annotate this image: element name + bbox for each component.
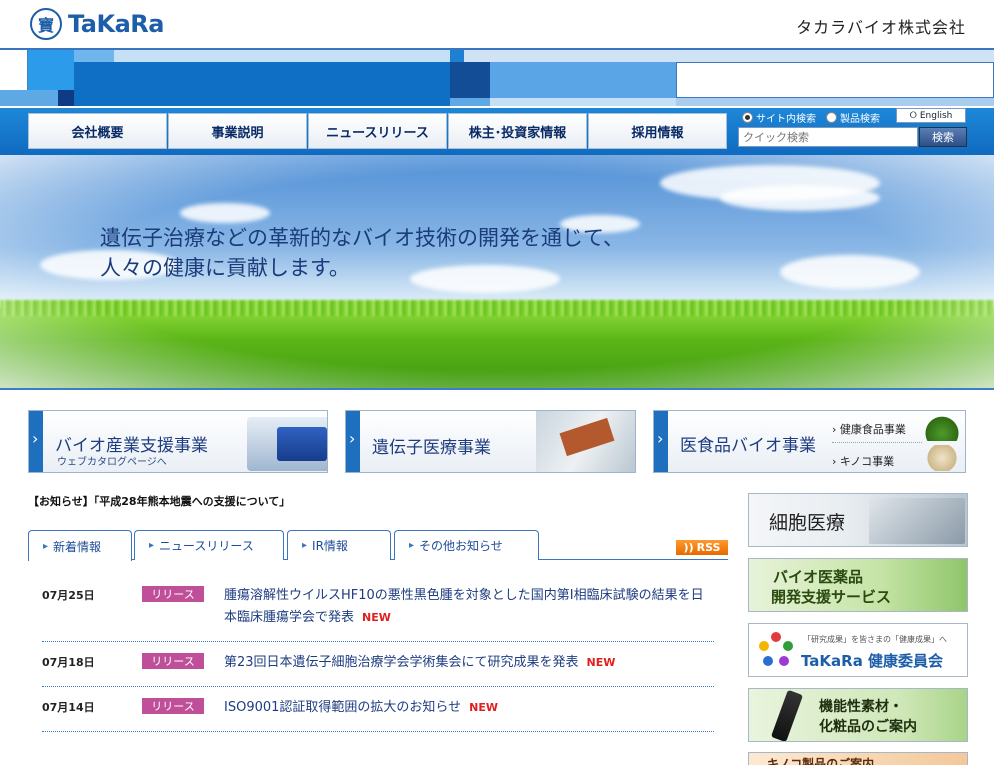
english-link[interactable]: ⭘ English <box>896 108 966 123</box>
search-button[interactable]: 検索 <box>919 127 967 147</box>
notice-link[interactable]: 【お知らせ】「平成28年熊本地震への支援について」 <box>28 493 290 509</box>
radio-site-search[interactable] <box>742 112 753 123</box>
news-title-link[interactable]: 第23回日本遺伝子細胞治療学会学術集会にて研究成果を発表 <box>224 655 579 670</box>
hero-banner: 遺伝子治療などの革新的なバイオ技術の開発を通じて、 人々の健康に貢献します。 <box>0 155 994 390</box>
biopharma-service-title: バイオ医薬品 開発支援サービス <box>771 568 892 606</box>
news-item: 07月14日 リリース ISO9001認証取得範囲の拡大のお知らせ NEW <box>42 687 714 732</box>
radio-site-search-label: サイト内検索 <box>756 114 816 125</box>
quick-search-input[interactable] <box>738 127 918 147</box>
nav-investor[interactable]: 株主･投資家情報 <box>448 113 587 149</box>
hero-tagline-line2: 人々の健康に貢献します。 <box>100 256 350 280</box>
tab-ir[interactable]: IR情報 <box>287 530 391 560</box>
rss-icon: )) <box>683 541 694 554</box>
mushroom-products-banner[interactable]: キノコ製品のご案内 <box>748 752 968 765</box>
news-item: 07月25日 リリース 腫瘍溶解性ウイルスHF10の悪性黒色腫を対象とした国内第… <box>42 575 714 642</box>
microscope-image <box>869 498 965 544</box>
bio-industry-banner[interactable]: バイオ産業支援事業 ウェブカタログページへ <box>28 410 328 473</box>
search-area: サイト内検索 製品検索 ⭘ English 検索 <box>738 108 968 155</box>
hero-tagline: 遺伝子治療などの革新的なバイオ技術の開発を通じて、 人々の健康に貢献します。 <box>100 223 624 283</box>
tab-latest[interactable]: 新着情報 <box>28 530 132 561</box>
news-item: 07月18日 リリース 第23回日本遺伝子細胞治療学会学術集会にて研究成果を発表… <box>42 642 714 687</box>
cell-medicine-banner[interactable]: 細胞医療 <box>748 493 968 547</box>
lab-instrument-image <box>247 417 327 471</box>
gene-medicine-title: 遺伝子医療事業 <box>372 438 491 458</box>
nav-recruit[interactable]: 採用情報 <box>588 113 727 149</box>
news-badge: リリース <box>142 586 204 602</box>
tab-other-notices[interactable]: その他お知らせ <box>394 530 539 560</box>
mushroom-products-title: キノコ製品のご案内 <box>767 757 875 765</box>
health-committee-caption: 「研究成果」を皆さまの「健康成果」へ <box>803 635 947 644</box>
cosmetic-bottle-image <box>770 689 804 741</box>
english-label: English <box>919 110 953 121</box>
cell-medicine-title: 細胞医療 <box>769 512 846 534</box>
health-committee-title: TaKaRa 健康委員会 <box>801 652 944 670</box>
rss-label: RSS <box>696 541 721 554</box>
news-date: 07月25日 <box>42 589 95 602</box>
lab-gloves-image <box>536 411 635 472</box>
biopharma-service-banner[interactable]: バイオ医薬品 開発支援サービス <box>748 558 968 612</box>
new-badge: NEW <box>469 701 499 714</box>
chevron-right-icon <box>346 411 360 472</box>
health-food-link[interactable]: › 健康食品事業 <box>832 421 906 437</box>
english-bullet-icon: ⭘ <box>909 110 917 121</box>
news-badge: リリース <box>142 698 204 714</box>
news-title-link[interactable]: ISO9001認証取得範囲の拡大のお知らせ <box>224 700 461 715</box>
new-badge: NEW <box>362 611 391 624</box>
food-bio-title: 医食品バイオ事業 <box>680 436 816 456</box>
nav-news-release[interactable]: ニュースリリース <box>308 113 447 149</box>
search-scope: サイト内検索 製品検索 <box>742 110 890 125</box>
chevron-right-icon <box>29 411 43 472</box>
news-tabs: 新着情報 ニュースリリース IR情報 その他お知らせ <box>28 530 728 561</box>
nav-company-overview[interactable]: 会社概要 <box>28 113 167 149</box>
chevron-right-icon: › <box>832 455 840 468</box>
gene-medicine-banner[interactable]: 遺伝子医療事業 <box>345 410 636 473</box>
takara-logo-text: TaKaRa <box>68 10 164 38</box>
takara-logo[interactable]: 寶 TaKaRa <box>30 8 164 40</box>
tab-news-release[interactable]: ニュースリリース <box>134 530 284 560</box>
nav-bar: 会社概要 事業説明 ニュースリリース 株主･投資家情報 採用情報 サイト内検索 … <box>0 108 994 155</box>
health-dots-icon <box>757 632 795 670</box>
news-badge: リリース <box>142 653 204 669</box>
functional-materials-banner[interactable]: 機能性素材・ 化粧品のご案内 <box>748 688 968 742</box>
radio-product-search[interactable] <box>826 112 837 123</box>
chevron-right-icon: › <box>832 423 840 436</box>
chevron-right-icon <box>654 411 668 472</box>
radio-product-search-label: 製品検索 <box>840 114 880 125</box>
sprout-image <box>922 415 962 441</box>
news-title-link[interactable]: 腫瘍溶解性ウイルスHF10の悪性黒色腫を対象とした国内第I相臨床試験の結果を日本… <box>224 588 704 625</box>
nav-business[interactable]: 事業説明 <box>168 113 307 149</box>
news-list: 07月25日 リリース 腫瘍溶解性ウイルスHF10の悪性黒色腫を対象とした国内第… <box>42 575 714 732</box>
health-committee-banner[interactable]: 「研究成果」を皆さまの「健康成果」へ TaKaRa 健康委員会 <box>748 623 968 677</box>
takara-logo-mark: 寶 <box>30 8 62 40</box>
mushroom-link[interactable]: › キノコ事業 <box>832 453 894 469</box>
food-bio-banner[interactable]: 医食品バイオ事業 › 健康食品事業 › キノコ事業 <box>653 410 966 473</box>
header-mosaic <box>0 48 994 108</box>
rss-button[interactable]: )) RSS <box>676 540 728 555</box>
new-badge: NEW <box>586 656 616 669</box>
hero-tagline-line1: 遺伝子治療などの革新的なバイオ技術の開発を通じて、 <box>100 226 624 250</box>
mushroom-image <box>922 445 962 471</box>
company-name: タカラバイオ株式会社 <box>796 18 966 37</box>
bio-industry-subtitle: ウェブカタログページへ <box>57 457 167 468</box>
news-date: 07月18日 <box>42 656 95 669</box>
functional-materials-title: 機能性素材・ 化粧品のご案内 <box>819 699 917 735</box>
news-date: 07月14日 <box>42 701 95 714</box>
global-nav: 会社概要 事業説明 ニュースリリース 株主･投資家情報 採用情報 <box>28 113 728 149</box>
